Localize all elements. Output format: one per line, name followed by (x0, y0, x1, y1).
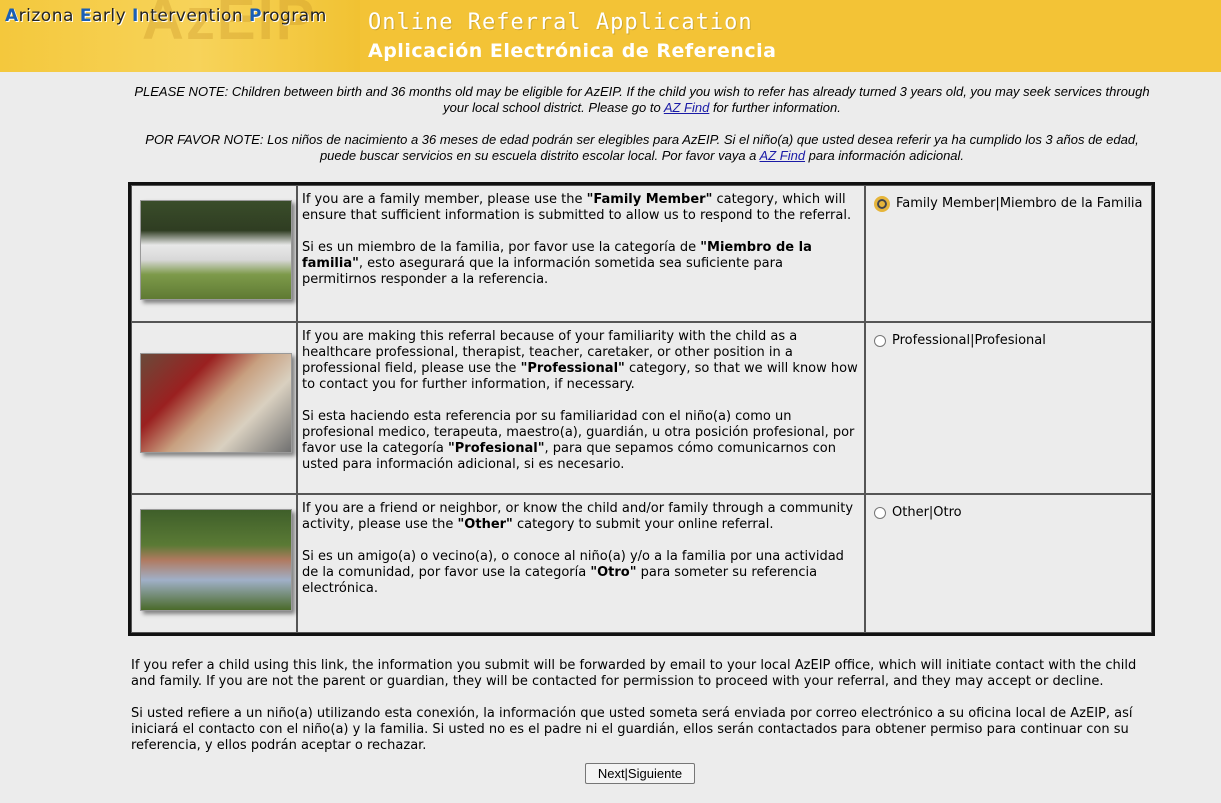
family-member-label: Family Member|Miembro de la Familia (896, 196, 1143, 211)
professional-radio[interactable] (874, 335, 886, 347)
option-cell: Family Member|Miembro de la Familia (865, 185, 1152, 322)
image-cell (131, 185, 297, 322)
category-description: If you are a family member, please use t… (297, 185, 865, 322)
community-photo (140, 509, 292, 611)
professional-option[interactable]: Professional|Profesional (874, 333, 1143, 349)
description-spanish: Si esta haciendo esta referencia por su … (302, 409, 855, 472)
category-row-other: If you are a friend or neighbor, or know… (131, 494, 1152, 633)
professional-label: Professional|Profesional (892, 333, 1046, 348)
other-label: Other|Otro (892, 505, 962, 520)
family-photo (140, 200, 292, 300)
image-cell (131, 322, 297, 494)
description-english: If you are a friend or neighbor, or know… (302, 501, 854, 532)
professional-photo (140, 353, 292, 453)
page-title-spanish: Aplicación Electrónica de Referencia (368, 40, 777, 62)
category-description: If you are a friend or neighbor, or know… (297, 494, 865, 633)
other-radio[interactable] (874, 507, 886, 519)
image-cell (131, 494, 297, 633)
description-spanish: Si es un amigo(a) o vecino(a), o conoce … (302, 549, 844, 596)
header-banner: AzEIP Arizona Early Intervention Program… (0, 0, 1221, 72)
category-row-professional: If you are making this referral because … (131, 322, 1152, 494)
program-name: Arizona Early Intervention Program (5, 6, 327, 26)
option-cell: Other|Otro (865, 494, 1152, 633)
radio-dot (877, 199, 887, 209)
description-english: If you are making this referral because … (302, 329, 858, 392)
page-title-english: Online Referral Application (368, 10, 753, 35)
category-row-family: If you are a family member, please use t… (131, 185, 1152, 322)
description-spanish: Si es un miembro de la familia, por favo… (302, 240, 812, 287)
referral-category-table: If you are a family member, please use t… (128, 182, 1155, 636)
next-button[interactable]: Next|Siguiente (585, 763, 695, 784)
eligibility-note-spanish: POR FAVOR NOTE: Los niños de nacimiento … (145, 132, 1139, 163)
az-find-link-spanish[interactable]: AZ Find (760, 148, 806, 163)
family-member-option[interactable]: Family Member|Miembro de la Familia (874, 196, 1143, 212)
description-english: If you are a family member, please use t… (302, 192, 852, 223)
other-option[interactable]: Other|Otro (874, 505, 1143, 521)
option-cell: Professional|Profesional (865, 322, 1152, 494)
referral-info-spanish: Si usted refiere a un niño(a) utilizando… (131, 706, 1133, 753)
eligibility-note-english: PLEASE NOTE: Children between birth and … (134, 84, 1150, 115)
category-description: If you are making this referral because … (297, 322, 865, 494)
az-find-link[interactable]: AZ Find (664, 100, 710, 115)
family-member-radio[interactable] (874, 196, 890, 212)
referral-info-english: If you refer a child using this link, th… (131, 658, 1137, 689)
